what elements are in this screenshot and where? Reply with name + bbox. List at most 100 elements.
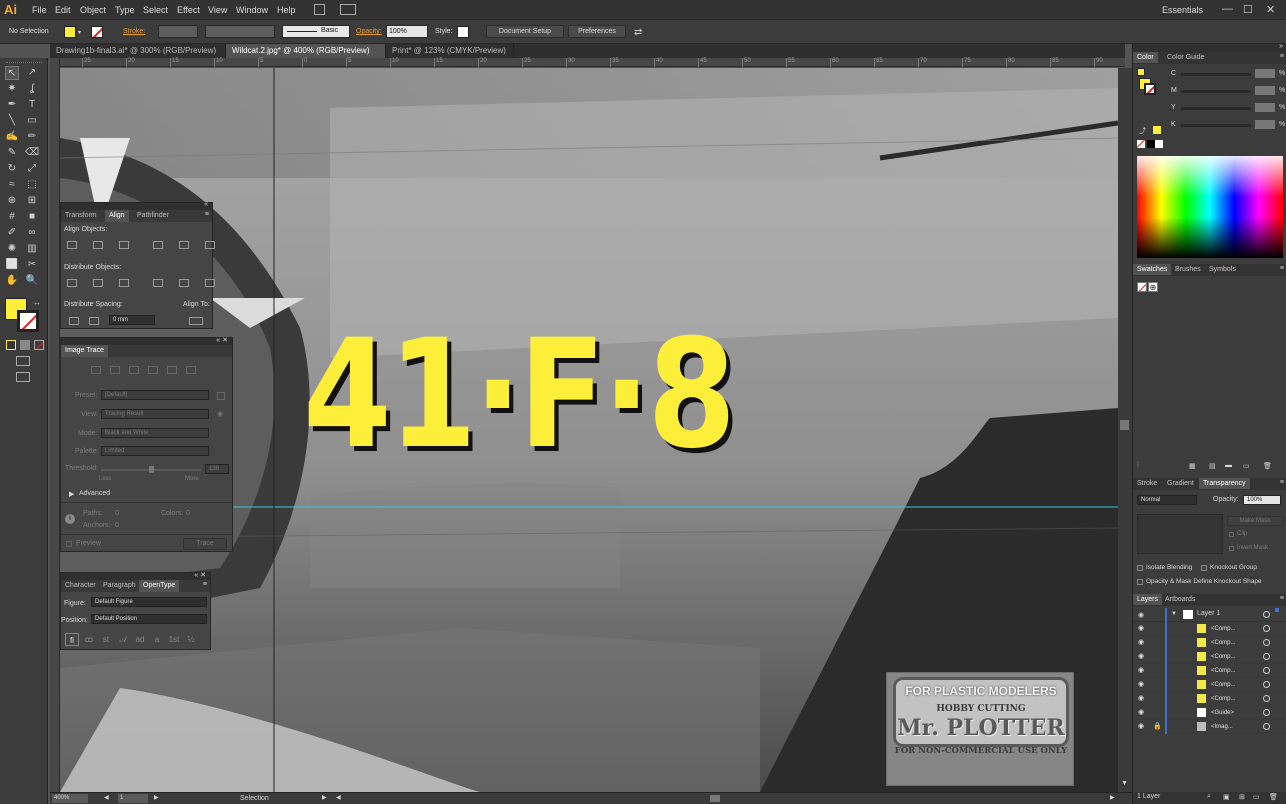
- eye-icon[interactable]: ◉: [1138, 720, 1144, 734]
- threshold-slider-thumb[interactable]: [149, 466, 154, 473]
- item-name[interactable]: <Comp...: [1211, 678, 1236, 692]
- opacity-label[interactable]: Opacity:: [356, 28, 382, 35]
- gamut-swatch[interactable]: [1153, 126, 1161, 134]
- lasso-tool-icon[interactable]: ʆ: [25, 82, 39, 96]
- eye-icon[interactable]: ◉: [1138, 664, 1144, 678]
- channel-field[interactable]: [1255, 120, 1275, 129]
- align-bottom-icon[interactable]: [205, 241, 215, 249]
- brush-definition[interactable]: Basic: [282, 25, 350, 38]
- panel-titlebar[interactable]: « ✕: [61, 337, 232, 345]
- stroke-label[interactable]: Stroke:: [123, 28, 145, 35]
- scroll-right-icon[interactable]: ▶: [1110, 794, 1115, 801]
- clipping-mask-icon[interactable]: ▣: [1223, 793, 1230, 801]
- tab-print[interactable]: Print* @ 123% (CMYK/Preview): [386, 44, 514, 58]
- locate-object-icon[interactable]: ⌕: [1207, 793, 1211, 801]
- swatch-libraries-icon[interactable]: ⫶: [1137, 462, 1139, 470]
- menu-select[interactable]: Select: [143, 5, 168, 15]
- gradient-mode-icon[interactable]: [20, 340, 30, 350]
- column-graph-tool-icon[interactable]: ▥: [25, 242, 39, 256]
- tab-paragraph[interactable]: Paragraph: [99, 580, 140, 592]
- toolbox-grip[interactable]: [6, 62, 42, 65]
- item-name[interactable]: <Comp...: [1211, 692, 1236, 706]
- none-color-icon[interactable]: [1137, 140, 1145, 148]
- layer-item-row[interactable]: ◉ <Comp...: [1133, 650, 1286, 664]
- align-vcenter-icon[interactable]: [179, 241, 189, 249]
- item-name[interactable]: <Comp...: [1211, 664, 1236, 678]
- tab-stroke[interactable]: Stroke: [1133, 478, 1161, 489]
- tab-drawing1b[interactable]: Drawing1b-final3.ai* @ 300% (RGB/Preview…: [50, 44, 226, 58]
- trace-button[interactable]: Trace: [183, 538, 227, 550]
- new-swatch-icon[interactable]: ▭: [1243, 462, 1250, 470]
- eye-icon[interactable]: ◉: [1138, 678, 1144, 692]
- panel-menu-icon[interactable]: ≡: [1280, 595, 1284, 602]
- horizontal-scroll-thumb[interactable]: [710, 795, 720, 802]
- layer-item-row[interactable]: ◉ <Comp...: [1133, 692, 1286, 706]
- stroke-color-swatch[interactable]: [17, 310, 39, 332]
- align-left-icon[interactable]: [67, 241, 77, 249]
- threshold-field[interactable]: 128: [205, 464, 229, 474]
- scroll-thumb[interactable]: [1120, 420, 1129, 430]
- target-icon[interactable]: [1263, 625, 1270, 632]
- rotate-tool-icon[interactable]: ↻: [5, 162, 19, 176]
- tab-image-trace[interactable]: Image Trace: [61, 345, 108, 357]
- type-tool-icon[interactable]: T: [25, 98, 39, 112]
- bridge-icon[interactable]: [314, 4, 325, 15]
- advanced-toggle-icon[interactable]: ▶: [69, 490, 74, 498]
- clip-checkbox[interactable]: [1229, 532, 1234, 537]
- opentype-glyph-button[interactable]: ½: [184, 633, 198, 646]
- rectangle-tool-icon[interactable]: ▭: [25, 114, 39, 128]
- scale-tool-icon[interactable]: ⤢: [25, 162, 39, 176]
- expand-triangle-icon[interactable]: ▼: [1171, 611, 1177, 617]
- outline-preset-icon[interactable]: [186, 366, 196, 374]
- channel-slider[interactable]: [1181, 90, 1251, 93]
- menu-view[interactable]: View: [208, 5, 227, 15]
- tab-opentype[interactable]: OpenType: [139, 580, 180, 592]
- opentype-glyph-button[interactable]: 𝒜: [116, 633, 130, 646]
- channel-slider[interactable]: [1181, 73, 1251, 76]
- item-name[interactable]: <Comp...: [1211, 622, 1236, 636]
- paintbrush-tool-icon[interactable]: ✍: [5, 130, 19, 144]
- eye-icon[interactable]: ◉: [1138, 706, 1144, 720]
- zoom-field[interactable]: 400%: [52, 794, 88, 803]
- vertical-scrollbar[interactable]: ▼: [1118, 68, 1132, 792]
- selection-tool-icon[interactable]: ↖: [5, 66, 19, 80]
- new-color-group-icon[interactable]: ▬: [1225, 462, 1232, 469]
- opentype-glyph-button[interactable]: 1st: [167, 633, 181, 646]
- next-artboard-icon[interactable]: ▶: [154, 794, 159, 801]
- color-mode-icon[interactable]: [6, 340, 16, 350]
- eyedropper-tool-icon[interactable]: ✐: [5, 226, 19, 240]
- panel-titlebar[interactable]: «: [61, 201, 212, 210]
- distribute-bottom-icon[interactable]: [205, 279, 215, 287]
- stroke-swatch[interactable]: [91, 26, 103, 38]
- selection-indicator[interactable]: [1275, 608, 1279, 612]
- layer-item-row[interactable]: ◉ <Comp...: [1133, 664, 1286, 678]
- item-name[interactable]: <Comp...: [1211, 650, 1236, 664]
- swap-fill-stroke-icon[interactable]: ↔: [33, 298, 41, 307]
- preset-select[interactable]: [Default]: [101, 390, 209, 400]
- target-icon[interactable]: [1263, 667, 1270, 674]
- palette-select[interactable]: Limited: [101, 446, 209, 456]
- zoom-tool-icon[interactable]: 🔍: [25, 274, 39, 288]
- lock-icon[interactable]: 🔒: [1153, 720, 1162, 734]
- figure-select[interactable]: Default Figure: [91, 597, 207, 607]
- horizontal-ruler[interactable]: 25 20 15 10 5 0 5 10 15 20 25 30 35 40 45 50 55 60 65 70 75 8…: [60, 58, 1147, 67]
- tab-layers[interactable]: Layers: [1133, 594, 1163, 605]
- menu-edit[interactable]: Edit: [55, 5, 71, 15]
- workspace-switcher[interactable]: Essentials: [1162, 5, 1203, 15]
- layer-name[interactable]: Layer 1: [1197, 610, 1220, 617]
- distribute-vcenter-icon[interactable]: [179, 279, 189, 287]
- distribute-hcenter-icon[interactable]: [93, 279, 103, 287]
- eraser-tool-icon[interactable]: ⌫: [25, 146, 39, 160]
- distribute-left-icon[interactable]: [67, 279, 77, 287]
- target-icon[interactable]: [1263, 709, 1270, 716]
- artboard-tool-icon[interactable]: ⬜: [5, 258, 19, 272]
- layer-item-row[interactable]: ◉ 🔒 <Imag...: [1133, 720, 1286, 734]
- tab-symbols[interactable]: Symbols: [1205, 264, 1240, 275]
- mesh-tool-icon[interactable]: #: [5, 210, 19, 224]
- tab-color[interactable]: Color: [1133, 52, 1158, 63]
- trash-icon[interactable]: 🗑: [1263, 462, 1272, 470]
- document-setup-button[interactable]: Document Setup: [486, 25, 564, 38]
- eye-icon[interactable]: ◉: [217, 410, 223, 418]
- view-select[interactable]: Tracing Result: [101, 409, 209, 419]
- layer-item-row[interactable]: ◉ <Comp...: [1133, 622, 1286, 636]
